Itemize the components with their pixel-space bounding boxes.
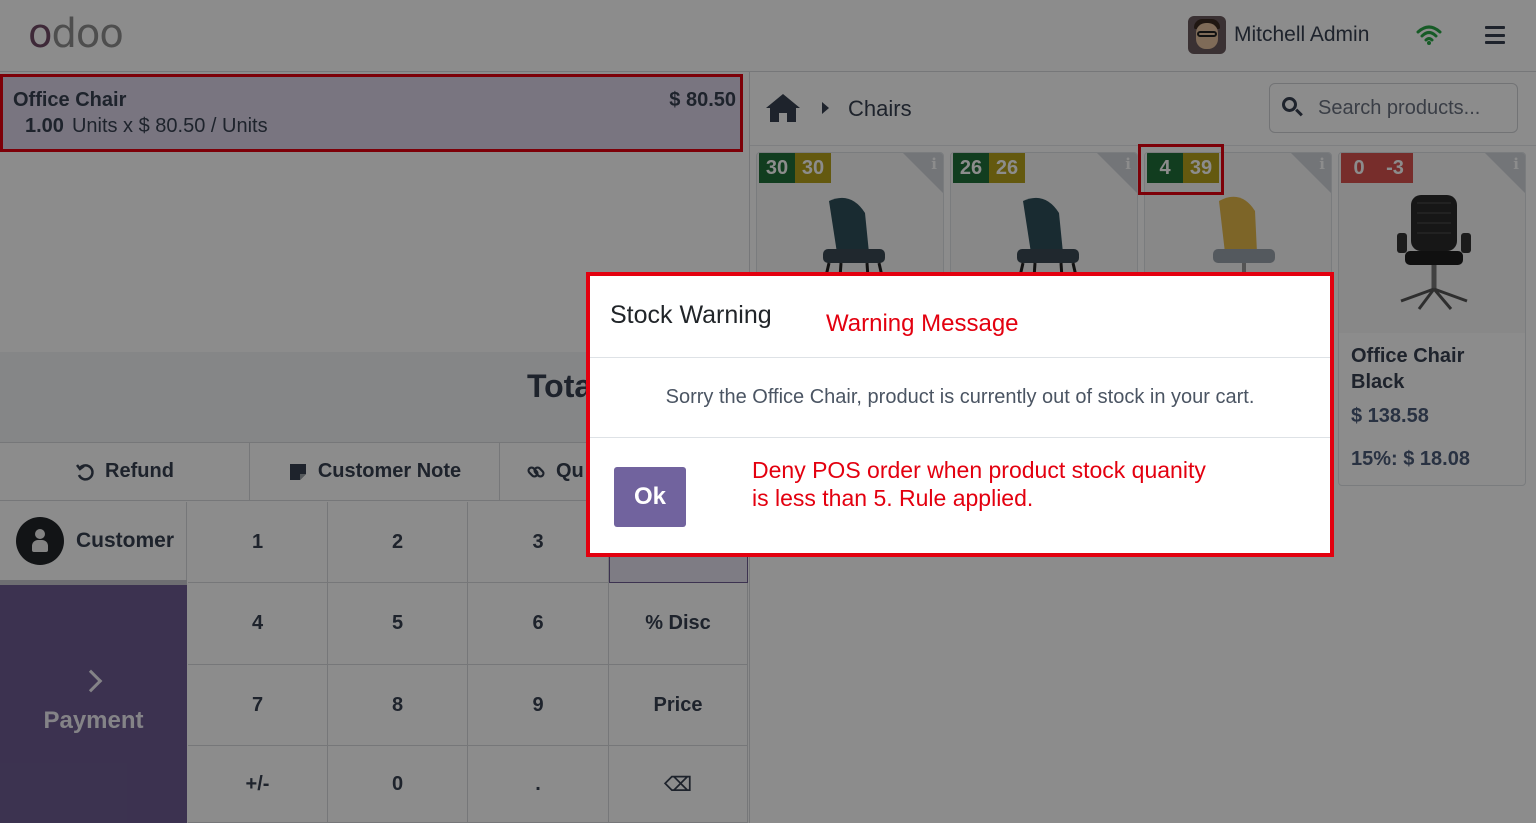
annotation-rule: Deny POS order when product stock quanit… (752, 456, 1206, 512)
annotation-rule-line1: Deny POS order when product stock quanit… (752, 457, 1206, 483)
ok-button[interactable]: Ok (614, 467, 686, 527)
dialog-message: Sorry the Office Chair, product is curre… (665, 386, 1255, 408)
dialog-title: Stock Warning (610, 301, 772, 329)
dialog-header: Stock Warning Warning Message (590, 276, 1330, 358)
annotation-rule-line2: is less than 5. Rule applied. (752, 485, 1034, 511)
dialog-body: Sorry the Office Chair, product is curre… (590, 358, 1330, 438)
stock-warning-dialog: Stock Warning Warning Message Sorry the … (586, 272, 1334, 557)
annotation-warning-message: Warning Message (826, 310, 1019, 337)
